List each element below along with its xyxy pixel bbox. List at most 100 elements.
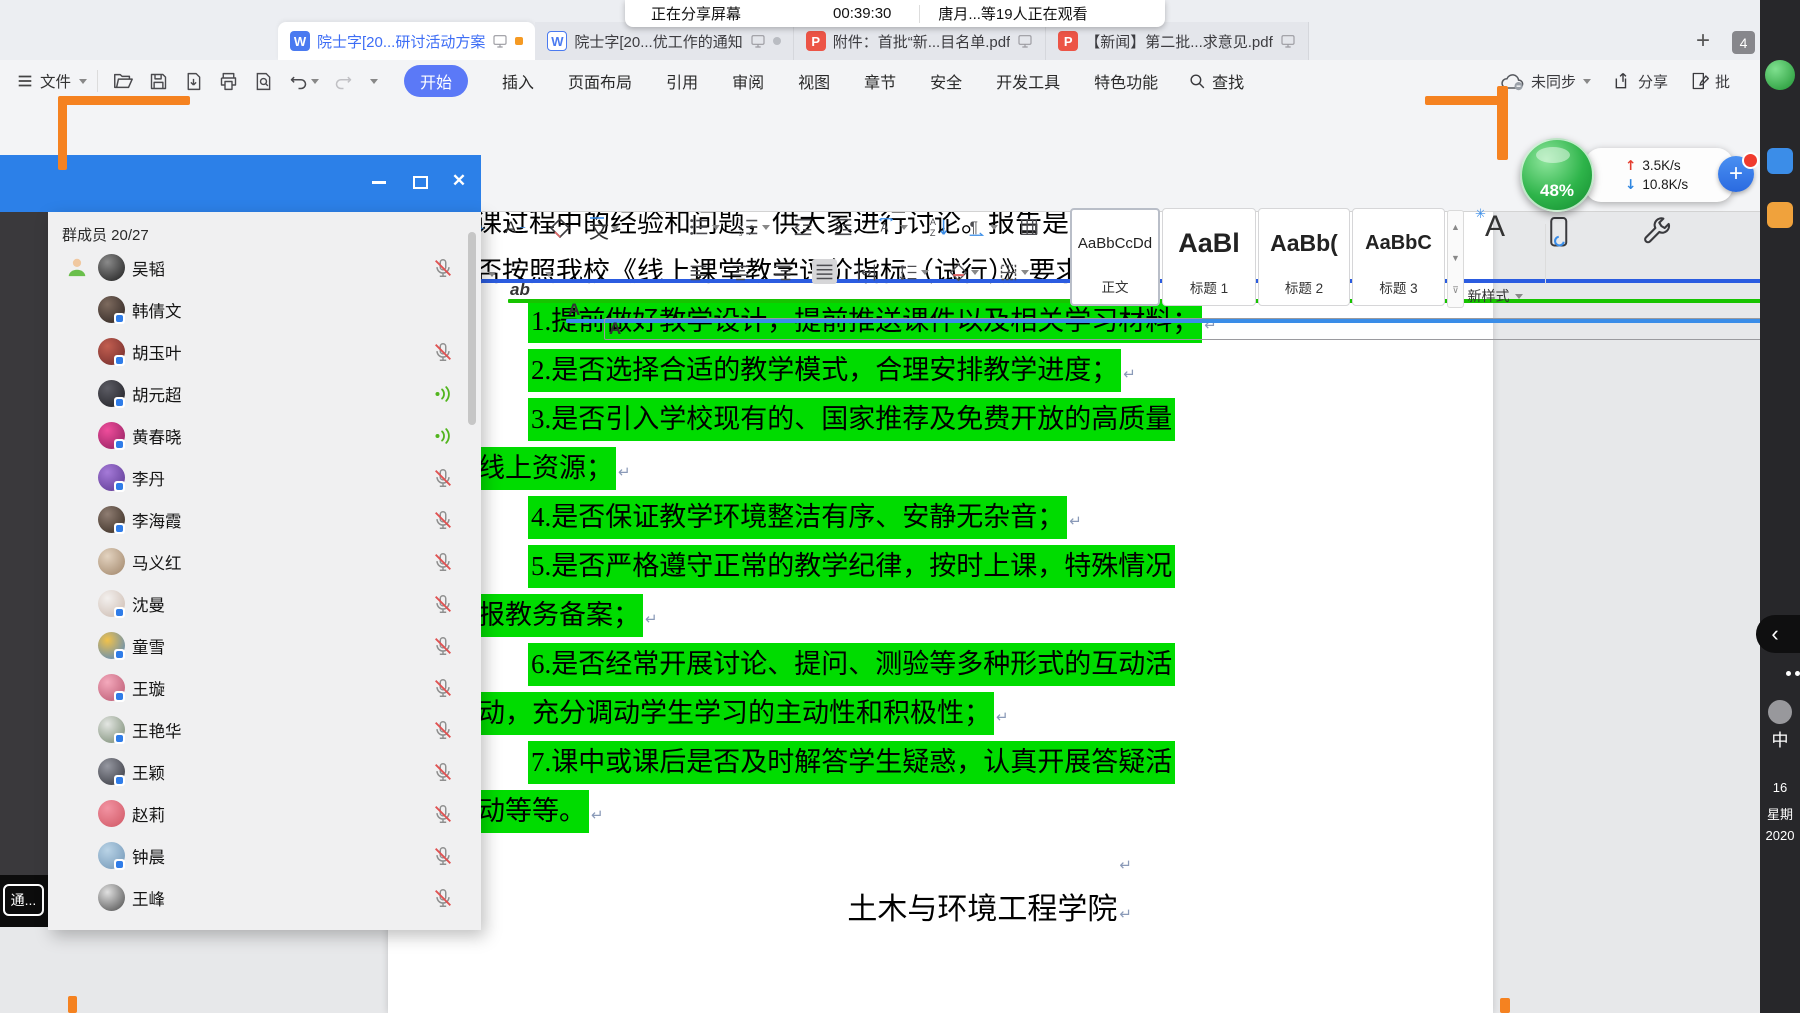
document-tab[interactable]: W 院士字[20...优工作的通知 <box>535 22 793 60</box>
document-tab[interactable]: W 院士字[20...研讨活动方案 <box>278 22 535 60</box>
more-commands-icon[interactable] <box>370 79 378 84</box>
mic-icon[interactable] <box>432 509 454 531</box>
show-paragraph-marks-button[interactable] <box>966 216 998 238</box>
new-style-button[interactable]: ✳A 新样式 <box>1466 210 1524 306</box>
new-tab-button[interactable]: + <box>1690 28 1716 54</box>
document-tab[interactable]: P 【新闻】第二批...求意见.pdf <box>1046 22 1309 60</box>
mic-icon[interactable] <box>432 425 454 447</box>
document-tab[interactable]: P 附件：首批“新...目名单.pdf <box>794 22 1047 60</box>
maximize-button[interactable] <box>411 173 427 189</box>
member-row[interactable]: 赵莉 <box>48 793 481 835</box>
document-line[interactable]: 3.是否引入学校现有的、国家推荐及免费开放的高质量↵ <box>475 395 1160 444</box>
redo-icon[interactable] <box>333 71 354 92</box>
document-line[interactable]: 土木与环境工程学院↵ <box>475 885 1160 934</box>
wrench-tools-icon[interactable] <box>1642 216 1674 248</box>
open-file-icon[interactable] <box>112 70 134 92</box>
panel-scrollbar-thumb[interactable] <box>468 232 476 425</box>
document-line[interactable]: 5.是否严格遵守正常的教学纪律，按时上课，特殊情况↵ <box>475 542 1160 591</box>
member-row[interactable]: 黄春晓 <box>48 415 481 457</box>
document-line[interactable]: ↵ <box>475 836 1160 885</box>
print-preview-icon[interactable] <box>253 71 274 92</box>
member-row[interactable]: 沈曼 <box>48 583 481 625</box>
security-ball-icon[interactable] <box>1765 60 1795 90</box>
mic-icon[interactable] <box>432 341 454 363</box>
member-row[interactable]: 胡玉叶 <box>48 331 481 373</box>
acceleration-ball[interactable]: 48% <box>1520 138 1594 212</box>
mic-icon[interactable] <box>432 845 454 867</box>
find-button[interactable]: 查找 <box>1188 69 1244 93</box>
undo-button[interactable] <box>288 71 319 92</box>
mic-icon[interactable] <box>432 257 454 279</box>
ribbon-tab[interactable]: 章节 <box>864 69 896 93</box>
line-spacing-button[interactable] <box>898 262 929 283</box>
mic-icon[interactable] <box>432 635 454 657</box>
style-card[interactable]: AaBbCcDd 正文 <box>1070 208 1160 306</box>
document-line[interactable]: 4.是否保证教学环境整洁有序、安静无杂音；↵ <box>475 493 1160 542</box>
distribute-button[interactable] <box>856 262 877 283</box>
document-line[interactable]: 6.是否经常开展讨论、提问、测验等多种形式的互动活↵ <box>475 640 1160 689</box>
share-viewers[interactable]: 唐月...等19人正在观看 <box>938 3 1087 24</box>
member-row[interactable]: 马义红 <box>48 541 481 583</box>
document-line[interactable]: 线上资源；↵ <box>475 444 1160 493</box>
orange-app-icon[interactable] <box>1767 202 1793 228</box>
numbering-button[interactable] <box>738 216 770 238</box>
style-card[interactable]: AaBb( 标题 2 <box>1258 208 1350 306</box>
mic-icon[interactable] <box>432 887 454 909</box>
text-direction-button[interactable] <box>874 216 908 238</box>
mic-icon[interactable] <box>432 803 454 825</box>
member-row[interactable]: 李丹 <box>48 457 481 499</box>
shading-button[interactable] <box>948 262 979 283</box>
close-button[interactable]: ✕ <box>451 173 467 189</box>
ime-indicator[interactable]: 中 <box>1760 726 1800 751</box>
decrease-indent-button[interactable] <box>792 216 814 238</box>
gray-tray-icon[interactable] <box>1768 700 1792 724</box>
member-row[interactable]: 王艳华 <box>48 709 481 751</box>
ribbon-tab[interactable]: 审阅 <box>732 69 764 93</box>
blue-app-icon[interactable] <box>1767 148 1793 174</box>
highlight-dropdown[interactable] <box>545 272 553 277</box>
style-card[interactable]: AaBbC 标题 3 <box>1352 208 1445 306</box>
member-row[interactable]: 钟晨 <box>48 835 481 877</box>
mobile-tools-icon[interactable] <box>1545 214 1575 252</box>
pinyin-guide-button[interactable] <box>585 214 619 242</box>
ribbon-tab[interactable]: 安全 <box>930 69 962 93</box>
document-line[interactable]: 7.课中或课后是否及时解答学生疑惑，认真开展答疑活↵ <box>475 738 1160 787</box>
align-right-button[interactable] <box>772 262 793 283</box>
ribbon-tab[interactable]: 开始 <box>404 65 468 97</box>
borders-button[interactable] <box>998 262 1029 283</box>
mic-icon[interactable] <box>432 719 454 741</box>
ribbon-tab[interactable]: 特色功能 <box>1094 69 1158 93</box>
document-line[interactable]: 报教务备案；↵ <box>475 591 1160 640</box>
char-border-button[interactable]: A <box>604 318 1800 340</box>
member-row[interactable]: 王璇 <box>48 667 481 709</box>
sync-status-button[interactable]: 未同步 <box>1500 71 1591 92</box>
style-gallery-scrollbar[interactable]: ▲ ▼ ⊽ <box>1447 210 1464 308</box>
export-pdf-icon[interactable] <box>183 71 204 92</box>
clear-format-button[interactable] <box>548 216 572 240</box>
ribbon-tab[interactable]: 引用 <box>666 69 698 93</box>
member-row[interactable]: 吴韬 <box>48 247 481 289</box>
member-row[interactable]: 胡元超 <box>48 373 481 415</box>
file-menu-button[interactable]: 文件 <box>16 70 87 92</box>
members-panel-titlebar[interactable]: ✕ <box>0 155 481 212</box>
member-row[interactable]: 王颖 <box>48 751 481 793</box>
mic-icon[interactable] <box>432 677 454 699</box>
document-line[interactable]: 动，充分调动学生学习的主动性和积极性；↵ <box>475 689 1160 738</box>
document-line[interactable]: 动等等。↵ <box>475 787 1160 836</box>
member-row[interactable]: 童雪 <box>48 625 481 667</box>
tab-count-badge[interactable]: 4 <box>1732 31 1755 54</box>
align-left-button[interactable] <box>688 262 709 283</box>
ribbon-tab[interactable]: 开发工具 <box>996 69 1060 93</box>
decrease-font-button[interactable]: A− <box>505 218 526 238</box>
ribbon-tab[interactable]: 插入 <box>502 69 534 93</box>
member-row[interactable]: 韩倩文 <box>48 289 481 331</box>
mic-icon[interactable] <box>432 551 454 573</box>
bullets-button[interactable] <box>688 216 720 238</box>
minimize-button[interactable] <box>371 173 387 189</box>
save-icon[interactable] <box>148 71 169 92</box>
increase-indent-button[interactable] <box>832 216 854 238</box>
member-row[interactable]: 李海霞 <box>48 499 481 541</box>
sort-button[interactable] <box>928 216 950 238</box>
mic-icon[interactable] <box>432 383 454 405</box>
document-line[interactable]: 2.是否选择合适的教学模式，合理安排教学进度；↵ <box>475 346 1160 395</box>
